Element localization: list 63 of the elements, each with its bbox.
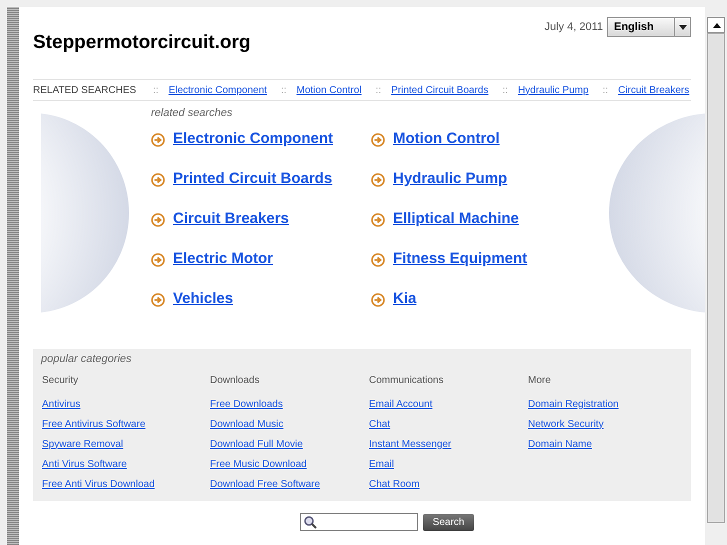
separator-text: ::: [153, 84, 159, 98]
category-link[interactable]: Download Full Movie: [210, 438, 303, 450]
section-heading: related searches: [151, 106, 234, 121]
arrow-bullet-icon: [371, 172, 385, 186]
category-link[interactable]: Antivirus: [42, 398, 80, 410]
related-link[interactable]: Printed Circuit Boards: [391, 82, 488, 98]
related-link[interactable]: Electronic Component: [168, 82, 267, 98]
category-link[interactable]: Free Downloads: [210, 398, 283, 410]
search-link[interactable]: Elliptical Machine: [393, 208, 519, 231]
site-title: Steppermotorcircuit.org: [33, 31, 250, 55]
category-link[interactable]: Anti Virus Software: [42, 458, 127, 470]
related-link[interactable]: Hydraulic Pump: [518, 82, 589, 98]
category-link[interactable]: Chat: [369, 418, 390, 430]
category-title: Communications: [369, 374, 444, 388]
category-link[interactable]: Free Anti Virus Download: [42, 478, 155, 490]
separator-text: ::: [376, 84, 382, 98]
category-link[interactable]: Free Music Download: [210, 458, 307, 470]
date-text: July 4, 2011: [544, 20, 603, 35]
dropdown-arrow-icon: [674, 18, 690, 36]
category-link[interactable]: Spyware Removal: [42, 438, 124, 450]
arrow-bullet-icon: [151, 132, 165, 146]
search-link[interactable]: Hydraulic Pump: [393, 168, 508, 191]
related-link[interactable]: Circuit Breakers: [618, 82, 690, 98]
search-field[interactable]: [300, 513, 418, 531]
arrow-bullet-icon: [371, 252, 385, 266]
related-searches-label: RELATED SEARCHES: [33, 84, 137, 98]
separator-text: ::: [280, 84, 287, 98]
category-link[interactable]: Email Account: [369, 398, 432, 410]
separator-text: ::: [502, 84, 508, 98]
category-link[interactable]: Download Music: [210, 418, 284, 430]
section-heading: popular categories: [41, 352, 133, 367]
search-link[interactable]: Electronic Component: [173, 128, 334, 151]
arrow-bullet-icon: [151, 252, 165, 266]
search-button[interactable]: Search: [422, 514, 474, 530]
category-title: Security: [42, 374, 80, 388]
search-link[interactable]: Electric Motor: [173, 248, 274, 271]
arrow-bullet-icon: [151, 212, 165, 226]
category-title: More: [528, 374, 552, 388]
arrow-bullet-icon: [151, 292, 165, 306]
category-link[interactable]: Email: [369, 458, 394, 470]
related-link[interactable]: Motion Control: [296, 82, 362, 98]
separator-text: ::: [602, 84, 608, 98]
search-link[interactable]: Motion Control: [393, 128, 500, 151]
arrow-bullet-icon: [371, 292, 385, 306]
category-link[interactable]: Network Security: [528, 418, 604, 430]
category-title: Downloads: [210, 374, 260, 388]
category-link[interactable]: Instant Messenger: [369, 438, 452, 450]
search-icon: [302, 515, 317, 529]
search-link[interactable]: Kia: [393, 288, 416, 311]
arrow-bullet-icon: [151, 172, 165, 186]
category-link[interactable]: Domain Name: [528, 438, 592, 450]
search-link[interactable]: Fitness Equipment: [393, 248, 528, 271]
search-link[interactable]: Circuit Breakers: [173, 208, 289, 231]
category-link[interactable]: Chat Room: [369, 478, 420, 490]
search-link[interactable]: Vehicles: [173, 288, 234, 311]
category-link[interactable]: Download Free Software: [210, 478, 320, 490]
arrow-bullet-icon: [371, 212, 385, 226]
category-link[interactable]: Domain Registration: [528, 398, 619, 410]
category-link[interactable]: Free Antivirus Software: [42, 418, 146, 430]
search-link[interactable]: Printed Circuit Boards: [173, 168, 332, 191]
arrow-bullet-icon: [371, 132, 385, 146]
scroll-up-icon[interactable]: [707, 17, 725, 33]
language-select[interactable]: English: [607, 17, 691, 37]
